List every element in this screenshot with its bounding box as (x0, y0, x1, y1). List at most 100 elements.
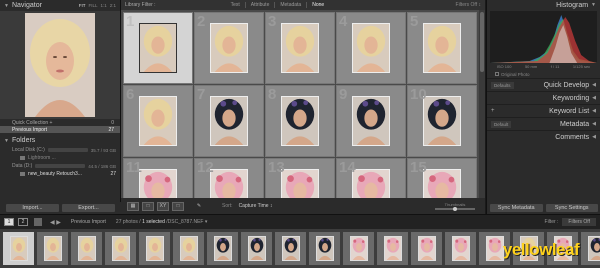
photo-thumbnail[interactable] (281, 169, 319, 198)
folder-new-beauty-retouch[interactable]: new_beauty Retouch3... 27 (0, 170, 120, 178)
screen-1-button[interactable]: 1 (4, 218, 14, 226)
panel-keywording[interactable]: Keywording ◀ (487, 91, 600, 104)
filmstrip-cell[interactable] (71, 232, 102, 265)
filter-text[interactable]: Text (226, 2, 245, 8)
photo-thumbnail[interactable] (281, 96, 319, 146)
grid-cell[interactable]: 3 (265, 12, 335, 84)
filmstrip-cell[interactable] (3, 232, 34, 265)
panel-keyword-list[interactable]: + Keyword List ◀ (487, 104, 600, 117)
filmstrip-thumbnail[interactable] (383, 236, 402, 261)
catalog-row-quick-collection[interactable]: Quick Collection + 0 (0, 119, 120, 126)
filmstrip-thumbnail[interactable] (281, 236, 300, 261)
filmstrip-thumbnail[interactable] (349, 236, 368, 261)
photo-thumbnail[interactable] (139, 96, 177, 146)
filter-metadata[interactable]: Metadata (275, 2, 306, 8)
navigator-header[interactable]: ▼ Navigator FIT FILL 1:1 2:1 (0, 0, 120, 11)
export-button[interactable]: Export... (62, 204, 115, 212)
photo-thumbnail[interactable] (210, 23, 248, 73)
panel-quick-develop[interactable]: Defaults Quick Develop ◀ (487, 78, 600, 91)
volume-local-disk[interactable]: Local Disk (C:) 35.7 / 93 GB (0, 146, 120, 154)
filter-none[interactable]: None (307, 2, 329, 8)
filmstrip-thumbnail[interactable] (43, 236, 62, 261)
photo-thumbnail[interactable] (423, 23, 461, 73)
navigator-preview[interactable] (0, 11, 120, 119)
grid-cell[interactable]: 15 (407, 158, 477, 198)
filmstrip-thumbnail[interactable] (417, 236, 436, 261)
thumbnail-size-slider[interactable]: Thumbnails (431, 202, 479, 211)
grid-cell[interactable]: 6 (123, 85, 193, 157)
screen-2-button[interactable]: 2 (18, 218, 28, 226)
grid-cell[interactable]: 9 (336, 85, 406, 157)
import-button[interactable]: Import... (6, 204, 59, 212)
folder-lightroom[interactable]: Lightroom ... (0, 154, 120, 162)
filmstrip-thumbnail[interactable] (247, 236, 266, 261)
sort-dropdown[interactable]: Capture Time ↕ (239, 203, 273, 209)
filmstrip-cell[interactable] (173, 232, 204, 265)
grid-cell[interactable]: 13 (265, 158, 335, 198)
photo-thumbnail[interactable] (281, 23, 319, 73)
filmstrip-thumbnail[interactable] (179, 236, 198, 261)
filmstrip-thumbnail[interactable] (315, 236, 334, 261)
painter-icon[interactable]: ✎ (193, 202, 205, 211)
filmstrip-thumbnail[interactable] (145, 236, 164, 261)
filmstrip-thumbnail[interactable] (451, 236, 470, 261)
source-label[interactable]: Previous Import (71, 219, 106, 225)
filmstrip-cell[interactable] (309, 232, 340, 265)
catalog-row-previous-import[interactable]: Previous Import 27 (0, 126, 120, 133)
preset-dropdown[interactable]: Default (491, 120, 512, 128)
filmstrip-cell[interactable] (377, 232, 408, 265)
filmstrip-thumbnail[interactable] (9, 236, 28, 261)
nav-arrows-icon[interactable]: ◀ ▶ (50, 219, 61, 226)
original-photo-toggle[interactable]: Original Photo (487, 70, 600, 78)
grid-cell[interactable]: 7 (194, 85, 264, 157)
filmstrip-cell[interactable] (411, 232, 442, 265)
survey-view-icon[interactable]: □ (172, 201, 184, 211)
panel-metadata[interactable]: Default Metadata ◀ (487, 117, 600, 130)
volume-data-disk[interactable]: Data (D:) 44.5 / 186 GB (0, 162, 120, 170)
loupe-view-icon[interactable]: □ (142, 201, 154, 211)
filter-attribute[interactable]: Attribute (246, 2, 275, 8)
photo-thumbnail[interactable] (352, 169, 390, 198)
grid-cell[interactable]: 5 (407, 12, 477, 84)
grid-cell[interactable]: 8 (265, 85, 335, 157)
grid-cell[interactable]: 11 (123, 158, 193, 198)
grid-cell[interactable]: 2 (194, 12, 264, 84)
zoom-option-fill[interactable]: FILL (88, 3, 97, 8)
filmstrip-cell[interactable] (241, 232, 272, 265)
sync-settings-button[interactable]: Sync Settings (545, 204, 598, 212)
grid-cell[interactable]: 10 (407, 85, 477, 157)
photo-thumbnail[interactable] (210, 96, 248, 146)
panel-comments[interactable]: Comments ◀ (487, 130, 600, 143)
preset-dropdown[interactable]: Defaults (491, 81, 514, 89)
filters-off-dropdown[interactable]: Filters Off ↕ (456, 2, 481, 8)
sync-metadata-button[interactable]: Sync Metadata (490, 204, 543, 212)
photo-thumbnail[interactable] (352, 96, 390, 146)
filmstrip-filter-dropdown[interactable]: Filters Off (562, 218, 596, 226)
grid-view-icon[interactable]: ▦ (127, 201, 139, 211)
checkbox-icon[interactable] (495, 72, 499, 76)
filmstrip-cell[interactable] (343, 232, 374, 265)
grid-scrollbar[interactable] (479, 10, 485, 198)
grid-cell[interactable]: 12 (194, 158, 264, 198)
filmstrip-cell[interactable] (445, 232, 476, 265)
filmstrip-cell[interactable] (139, 232, 170, 265)
grid-cell[interactable]: 4 (336, 12, 406, 84)
histogram-header[interactable]: Histogram ▼ (487, 0, 600, 10)
grid-cell[interactable]: 14 (336, 158, 406, 198)
filmstrip-thumbnail[interactable] (111, 236, 130, 261)
filmstrip-cell[interactable] (275, 232, 306, 265)
zoom-option-fit[interactable]: FIT (79, 3, 86, 8)
grid-icon[interactable] (34, 218, 42, 226)
photo-thumbnail[interactable] (139, 23, 177, 73)
zoom-option-1-1[interactable]: 1:1 (100, 3, 106, 8)
filmstrip-thumbnail[interactable] (77, 236, 96, 261)
filmstrip-cell[interactable] (37, 232, 68, 265)
filmstrip-cell[interactable] (207, 232, 238, 265)
photo-thumbnail[interactable] (423, 169, 461, 198)
photo-thumbnail[interactable] (210, 169, 248, 198)
zoom-option-2-1[interactable]: 2:1 (110, 3, 116, 8)
folders-header[interactable]: ▼ Folders (0, 135, 120, 146)
grid-cell[interactable]: 1 (123, 12, 193, 84)
photo-thumbnail[interactable] (423, 96, 461, 146)
slider-knob[interactable] (453, 207, 457, 211)
